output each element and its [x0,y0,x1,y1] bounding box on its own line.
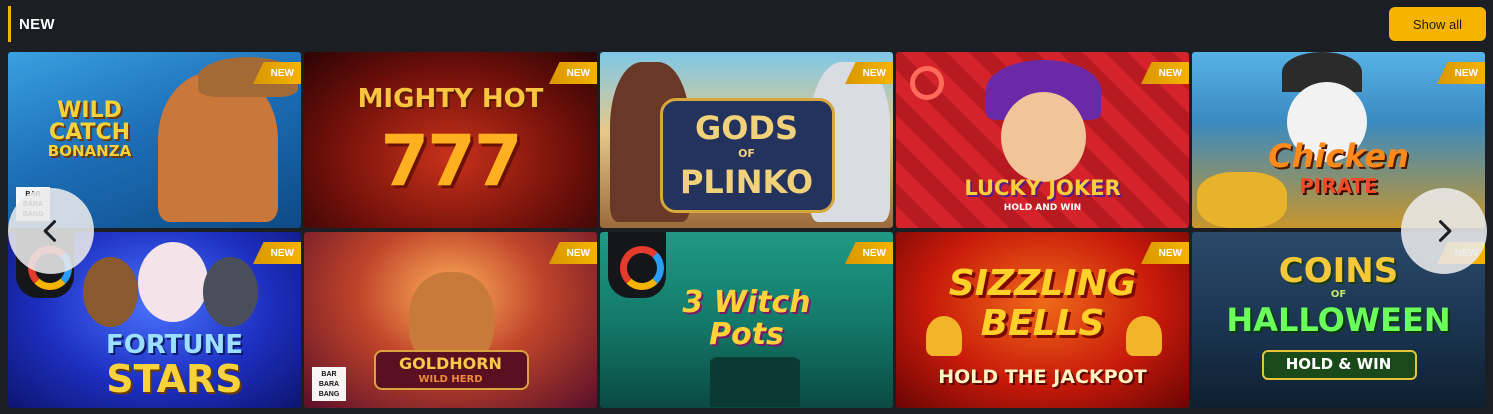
game-logo-number: 777 [380,120,522,202]
new-games-section: { "section": { "title": "NEW", "show_all… [0,0,1493,414]
game-logo-title: MIGHTY HOT [357,84,544,114]
monkey-character [83,257,138,327]
game-card-3-witch-pots[interactable]: 3 Witch Pots NEW [600,232,893,408]
bell-icon [926,316,962,356]
game-logo-line1: SIZZLING [948,263,1137,304]
game-logo-subtitle: HOLD & WIN [1285,355,1392,373]
game-card-sizzling-bells[interactable]: SIZZLING BELLS HOLD THE JACKPOT NEW [896,232,1189,408]
game-logo-subtitle: HOLD THE JACKPOT [938,366,1147,388]
game-logo-title: Chicken [1268,137,1409,175]
chevron-left-icon [43,220,57,242]
game-logo-title: GOLDHORN [399,354,502,373]
game-logo-subtitle: HOLD AND WIN [1003,203,1082,213]
game-card-goldhorn-wild-herd[interactable]: BAR BARA BANG GOLDHORN WILD HERD NEW [304,232,597,408]
joker-face [1001,92,1086,182]
game-logo-line2: OF [738,147,755,160]
game-logo-line1: 3 Witch [682,285,811,320]
games-grid: WILDCATCHBONANZA BARBARABANG NEW MIGHTY … [8,52,1485,408]
game-logo-line2: OF [1330,289,1347,300]
show-all-button[interactable]: Show all [1389,7,1486,41]
game-card-gods-of-plinko[interactable]: GODS OF PLINKO NEW [600,52,893,228]
game-logo-line3: PLINKO [679,163,814,201]
target-icon [910,66,944,100]
prev-button[interactable] [8,188,94,274]
section-title: NEW [19,15,55,33]
game-card-lucky-joker[interactable]: LUCKY JOKER HOLD AND WIN NEW [896,52,1189,228]
game-logo-title: LUCKY JOKER [964,176,1121,200]
next-button[interactable] [1401,188,1487,274]
game-logo-line2: Pots [709,317,784,352]
game-logo-subtitle: WILD HERD [418,374,483,385]
game-card-mighty-hot-777[interactable]: MIGHTY HOT 777 NEW [304,52,597,228]
section-header: NEW [8,6,55,42]
wolf-character [203,257,258,327]
game-logo-line2: STARS [106,357,243,401]
game-logo: WILD CATCH BONANZA [47,98,132,160]
chevron-right-icon [1438,220,1452,242]
game-logo-line3: HALLOWEEN [1226,301,1451,339]
house-silhouette [710,357,800,407]
game-logo-line1: FORTUNE [105,330,244,360]
game-logo-line1: GODS [694,109,799,147]
cat-character [138,242,208,322]
bell-icon [1126,316,1162,356]
